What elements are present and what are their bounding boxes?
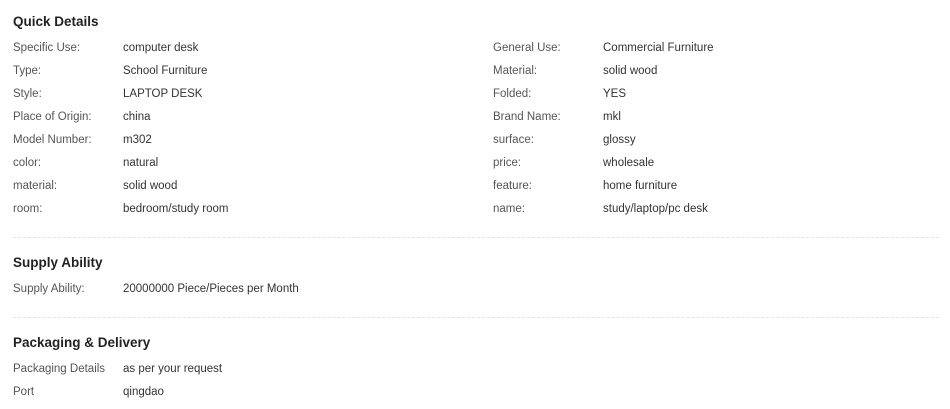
detail-row: room: bedroom/study room xyxy=(13,202,473,225)
detail-value: china xyxy=(123,111,151,123)
detail-label: color: xyxy=(13,157,42,169)
detail-row: color: natural xyxy=(13,156,473,179)
detail-row: price: wholesale xyxy=(493,156,933,179)
detail-value: bedroom/study room xyxy=(123,203,229,215)
detail-value: home furniture xyxy=(603,180,678,192)
supply-ability-title: Supply Ability xyxy=(13,255,103,270)
detail-row: name: study/laptop/pc desk xyxy=(493,202,933,225)
detail-label: name: xyxy=(493,203,525,215)
detail-label: Packaging Details xyxy=(13,363,106,375)
detail-value: School Furniture xyxy=(123,65,208,77)
detail-row: material: solid wood xyxy=(13,179,473,202)
detail-row: General Use: Commercial Furniture xyxy=(493,41,933,64)
detail-row: Packaging Details as per your request xyxy=(13,362,913,385)
detail-value: solid wood xyxy=(123,180,178,192)
detail-label: room: xyxy=(13,203,43,215)
quick-details-title: Quick Details xyxy=(13,14,99,29)
detail-row: Type: School Furniture xyxy=(13,64,473,87)
section-divider xyxy=(13,237,939,238)
detail-row: feature: home furniture xyxy=(493,179,933,202)
detail-row: Style: LAPTOP DESK xyxy=(13,87,473,110)
detail-value: study/laptop/pc desk xyxy=(603,203,708,215)
detail-label: Type: xyxy=(13,65,42,77)
packaging-delivery-title: Packaging & Delivery xyxy=(13,335,151,350)
detail-value: LAPTOP DESK xyxy=(123,88,203,100)
detail-value: m302 xyxy=(123,134,152,146)
detail-value: computer desk xyxy=(123,42,199,54)
detail-value: glossy xyxy=(603,134,636,146)
detail-value: wholesale xyxy=(603,157,655,169)
detail-label: Folded: xyxy=(493,88,532,100)
detail-label: Model Number: xyxy=(13,134,92,146)
detail-row: Specific Use: computer desk xyxy=(13,41,473,64)
detail-value: solid wood xyxy=(603,65,658,77)
detail-value: qingdao xyxy=(123,386,164,398)
detail-value: mkl xyxy=(603,111,621,123)
detail-label: price: xyxy=(493,157,522,169)
section-divider xyxy=(13,317,939,318)
detail-value: 20000000 Piece/Pieces per Month xyxy=(123,283,299,295)
detail-row: Material: solid wood xyxy=(493,64,933,87)
detail-row: Brand Name: mkl xyxy=(493,110,933,133)
detail-label: material: xyxy=(13,180,58,192)
detail-label: Material: xyxy=(493,65,538,77)
detail-row: Port qingdao xyxy=(13,385,913,408)
detail-label: Supply Ability: xyxy=(13,283,85,295)
detail-row: Supply Ability: 20000000 Piece/Pieces pe… xyxy=(13,282,913,305)
detail-value: YES xyxy=(603,88,627,100)
detail-label: Specific Use: xyxy=(13,42,81,54)
detail-label: surface: xyxy=(493,134,534,146)
detail-label: Port xyxy=(13,386,35,398)
detail-row: Place of Origin: china xyxy=(13,110,473,133)
detail-row: Folded: YES xyxy=(493,87,933,110)
detail-row: Model Number: m302 xyxy=(13,133,473,156)
detail-value: as per your request xyxy=(123,363,223,375)
detail-label: Brand Name: xyxy=(493,111,561,123)
detail-row: surface: glossy xyxy=(493,133,933,156)
detail-value: natural xyxy=(123,157,159,169)
detail-value: Commercial Furniture xyxy=(603,42,714,54)
detail-label: Style: xyxy=(13,88,42,100)
detail-label: Place of Origin: xyxy=(13,111,92,123)
detail-label: feature: xyxy=(493,180,532,192)
detail-label: General Use: xyxy=(493,42,561,54)
